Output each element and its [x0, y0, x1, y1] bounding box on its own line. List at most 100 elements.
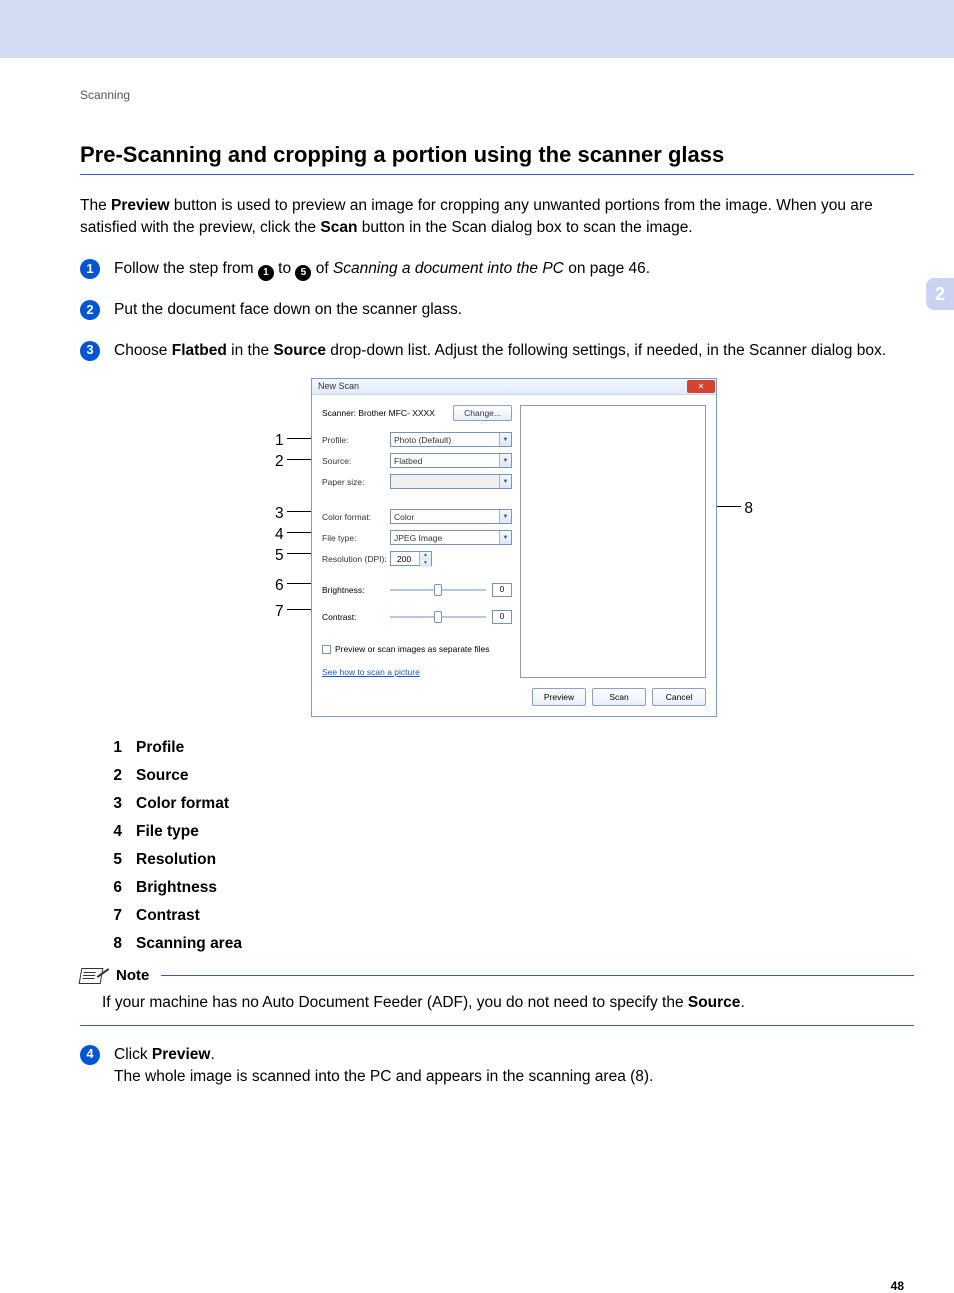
text: Put the document face down on the scanne…: [114, 301, 462, 318]
callout-line: [287, 609, 311, 610]
legend-row-8: 8Scanning area: [110, 935, 914, 953]
preview-button[interactable]: Preview: [532, 688, 586, 706]
legend-row-7: 7Contrast: [110, 907, 914, 925]
steps-list-cont: 4 Click Preview. The whole image is scan…: [80, 1044, 914, 1089]
callout-1: 1: [275, 430, 284, 452]
chevron-down-icon: ▼: [499, 454, 511, 467]
callout-line: [717, 506, 741, 507]
callout-line: [287, 438, 311, 439]
legend-row-3: 3Color format: [110, 795, 914, 813]
callout-2: 2: [275, 451, 284, 473]
contrast-value[interactable]: 0: [492, 610, 512, 624]
legend-row-2: 2Source: [110, 767, 914, 785]
chevron-down-icon: ▼: [499, 510, 511, 523]
note-body: If your machine has no Auto Document Fee…: [102, 992, 914, 1014]
bold-source: Source: [273, 342, 326, 359]
profile-select[interactable]: Photo (Default)▼: [390, 432, 512, 447]
top-banner: [0, 0, 954, 58]
spin-down-icon[interactable]: ▼: [420, 560, 431, 567]
scanning-area[interactable]: [520, 405, 706, 678]
close-icon[interactable]: ✕: [687, 380, 715, 393]
chevron-down-icon: ▼: [499, 433, 511, 446]
callout-3: 3: [275, 503, 284, 525]
contrast-label: Contrast:: [322, 611, 390, 623]
inline-circle-5: 5: [295, 265, 311, 281]
new-scan-dialog: New Scan ✕ Scanner: Brother MFC- XXXX Ch…: [311, 378, 717, 717]
callout-4: 4: [275, 524, 284, 546]
legend-row-6: 6Brightness: [110, 879, 914, 897]
text: to: [278, 260, 295, 277]
dialog-title: New Scan: [318, 380, 359, 393]
callout-line: [287, 511, 311, 512]
note-label: Note: [116, 967, 149, 984]
source-select[interactable]: Flatbed▼: [390, 453, 512, 468]
callout-7: 7: [275, 601, 284, 623]
cancel-button[interactable]: Cancel: [652, 688, 706, 706]
step-bullet-1: 1: [80, 259, 100, 279]
step-bullet-3: 3: [80, 341, 100, 361]
callout-line: [287, 583, 311, 584]
text: drop-down list. Adjust the following set…: [326, 342, 886, 359]
callout-5: 5: [275, 545, 284, 567]
callout-line: [287, 532, 311, 533]
text: on page 46.: [568, 260, 650, 277]
resolution-spinner[interactable]: 200▲▼: [390, 551, 432, 566]
callout-6: 6: [275, 575, 284, 597]
step-bullet-4: 4: [80, 1045, 100, 1065]
legend-row-4: 4File type: [110, 823, 914, 841]
resolution-label: Resolution (DPI):: [322, 553, 390, 565]
step-3: 3 Choose Flatbed in the Source drop-down…: [80, 340, 914, 718]
papersize-label: Paper size:: [322, 476, 390, 488]
text: Follow the step from: [114, 260, 258, 277]
profile-label: Profile:: [322, 434, 390, 446]
papersize-select: ▼: [390, 474, 512, 489]
change-button[interactable]: Change...: [453, 405, 512, 421]
step-2: 2 Put the document face down on the scan…: [80, 299, 914, 321]
scan-button[interactable]: Scan: [592, 688, 646, 706]
text: Click: [114, 1046, 152, 1063]
text: of: [316, 260, 333, 277]
scanner-label: Scanner: Brother MFC- XXXX: [322, 407, 435, 419]
note-rule-bottom: [80, 1025, 914, 1026]
text: button in the Scan dialog box to scan th…: [357, 219, 692, 236]
chapter-tab: 2: [926, 278, 954, 310]
chevron-down-icon: ▼: [499, 531, 511, 544]
bold-preview: Preview: [111, 197, 170, 214]
page-number: 48: [80, 1279, 914, 1293]
callout-line: [287, 459, 311, 460]
contrast-slider[interactable]: [390, 616, 486, 618]
help-link[interactable]: See how to scan a picture: [322, 666, 512, 678]
text: The whole image is scanned into the PC a…: [114, 1068, 653, 1085]
brightness-value[interactable]: 0: [492, 583, 512, 597]
spin-up-icon[interactable]: ▲: [420, 552, 431, 559]
text: in the: [227, 342, 274, 359]
colorformat-label: Color format:: [322, 511, 390, 523]
brightness-label: Brightness:: [322, 584, 390, 596]
step-bullet-2: 2: [80, 300, 100, 320]
colorformat-select[interactable]: Color▼: [390, 509, 512, 524]
bold-preview: Preview: [152, 1046, 211, 1063]
note-block: Note If your machine has no Auto Documen…: [80, 967, 914, 1025]
inline-circle-1: 1: [258, 265, 274, 281]
separate-files-checkbox[interactable]: [322, 645, 331, 654]
callout-line: [287, 553, 311, 554]
dialog-titlebar: New Scan ✕: [312, 379, 716, 395]
brightness-slider[interactable]: [390, 589, 486, 591]
title-rule: [80, 174, 914, 175]
filetype-select[interactable]: JPEG Image▼: [390, 530, 512, 545]
text: The: [80, 197, 111, 214]
page-content: Scanning Pre-Scanning and cropping a por…: [0, 58, 954, 1293]
step-1: 1 Follow the step from 1 to 5 of Scannin…: [80, 258, 914, 281]
callout-8: 8: [744, 498, 753, 520]
italic-ref: Scanning a document into the PC: [333, 260, 564, 277]
intro-paragraph: The Preview button is used to preview an…: [80, 195, 914, 240]
steps-list: 1 Follow the step from 1 to 5 of Scannin…: [80, 258, 914, 717]
text: .: [211, 1046, 215, 1063]
checkbox-label: Preview or scan images as separate files: [335, 643, 490, 655]
legend: 1Profile 2Source 3Color format 4File typ…: [110, 739, 914, 953]
legend-row-5: 5Resolution: [110, 851, 914, 869]
breadcrumb: Scanning: [80, 88, 914, 102]
text: Choose: [114, 342, 172, 359]
note-rule: [161, 975, 914, 976]
bold-scan: Scan: [320, 219, 357, 236]
